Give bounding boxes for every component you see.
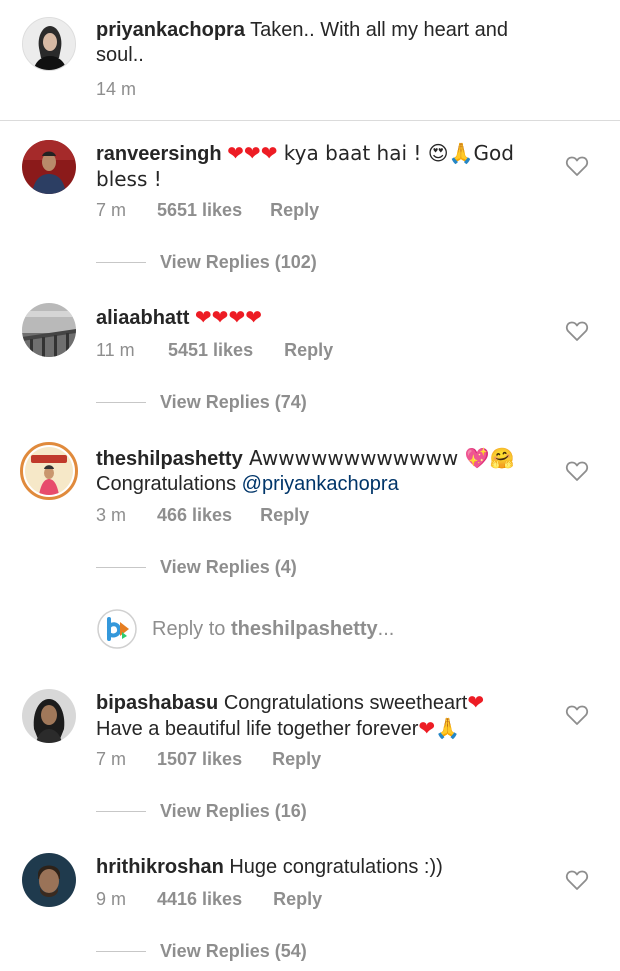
view-replies-line <box>96 811 146 812</box>
comment-username[interactable]: aliaabhatt <box>96 307 189 329</box>
comment-text: bipashabasu Congratulations sweetheart❤ H… <box>96 690 485 740</box>
caption-time: 14 m <box>96 79 137 99</box>
comment-time: 7 m <box>96 200 127 220</box>
view-replies-button[interactable]: View Replies (74) <box>96 392 307 413</box>
view-replies-line <box>96 262 146 263</box>
avatar-priyankachopra[interactable] <box>22 17 76 71</box>
comment-text: theshilpashetty Awwwwwwwwwwww 💖🤗 Congratu… <box>96 446 515 495</box>
comment-time: 9 m <box>96 889 127 909</box>
reply-input[interactable]: Reply to theshilpashetty... <box>96 607 394 651</box>
caption-username[interactable]: priyankachopra <box>96 19 245 41</box>
avatar-hrithikroshan[interactable] <box>22 853 76 907</box>
reply-logo-icon <box>96 608 138 650</box>
comment-meta: 3 m 466 likes Reply <box>96 505 309 526</box>
hearts-emoji: ❤❤❤❤ <box>194 305 262 329</box>
view-replies-button[interactable]: View Replies (102) <box>96 252 317 273</box>
view-replies-line <box>96 402 146 403</box>
reply-button[interactable]: Reply <box>284 340 333 361</box>
comment-likes[interactable]: 1507 likes <box>157 749 242 770</box>
like-heart-icon[interactable] <box>565 869 589 891</box>
avatar-bipashabasu[interactable] <box>22 689 76 743</box>
like-heart-icon[interactable] <box>565 460 589 482</box>
reply-placeholder: Reply to theshilpashetty... <box>152 617 395 640</box>
like-heart-icon[interactable] <box>565 704 589 726</box>
reply-button[interactable]: Reply <box>270 200 319 221</box>
divider <box>0 120 620 121</box>
comment-username[interactable]: bipashabasu <box>96 692 218 714</box>
comment-username[interactable]: hrithikroshan <box>96 856 224 878</box>
comment-likes[interactable]: 5651 likes <box>157 200 242 221</box>
comment-meta: 11 m 5451 likes Reply <box>96 340 333 361</box>
comment-likes[interactable]: 5451 likes <box>168 340 253 361</box>
comment-text: ranveersingh ❤❤❤ kya baat hai ! 😍🙏God bl… <box>96 141 514 191</box>
comment-username[interactable]: ranveersingh <box>96 143 222 165</box>
post-caption: priyankachopra Taken.. With all my heart… <box>0 0 620 120</box>
comment-text: hrithikroshan Huge congratulations :)) <box>96 856 443 878</box>
comment-time: 3 m <box>96 505 127 525</box>
mention-link[interactable]: @priyankachopra <box>242 473 399 495</box>
comment-meta: 7 m 5651 likes Reply <box>96 200 319 221</box>
view-replies-button[interactable]: View Replies (54) <box>96 941 307 962</box>
caption-text: priyankachopra Taken.. With all my heart… <box>96 19 509 66</box>
view-replies-line <box>96 951 146 952</box>
hearts-emoji: ❤❤❤ <box>227 141 278 165</box>
avatar-aliaabhatt[interactable] <box>22 303 76 357</box>
like-heart-icon[interactable] <box>565 320 589 342</box>
comment-meta: 7 m 1507 likes Reply <box>96 749 321 770</box>
avatar-ranveersingh[interactable] <box>22 140 76 194</box>
view-replies-button[interactable]: View Replies (16) <box>96 801 307 822</box>
view-replies-line <box>96 567 146 568</box>
comment-likes[interactable]: 4416 likes <box>157 889 242 910</box>
like-heart-icon[interactable] <box>565 155 589 177</box>
comment-meta: 9 m 4416 likes Reply <box>96 889 322 910</box>
reply-button[interactable]: Reply <box>273 889 322 910</box>
reply-button[interactable]: Reply <box>272 749 321 770</box>
comment-text: aliaabhatt ❤❤❤❤ <box>96 305 536 331</box>
comment-likes[interactable]: 466 likes <box>157 505 232 526</box>
avatar-theshilpashetty[interactable] <box>20 442 78 500</box>
caption-meta: 14 m <box>96 79 136 100</box>
comment-username[interactable]: theshilpashetty <box>96 448 243 470</box>
reply-button[interactable]: Reply <box>260 505 309 526</box>
comment-time: 7 m <box>96 749 127 769</box>
comment-time: 11 m <box>96 340 135 360</box>
view-replies-button[interactable]: View Replies (4) <box>96 557 297 578</box>
